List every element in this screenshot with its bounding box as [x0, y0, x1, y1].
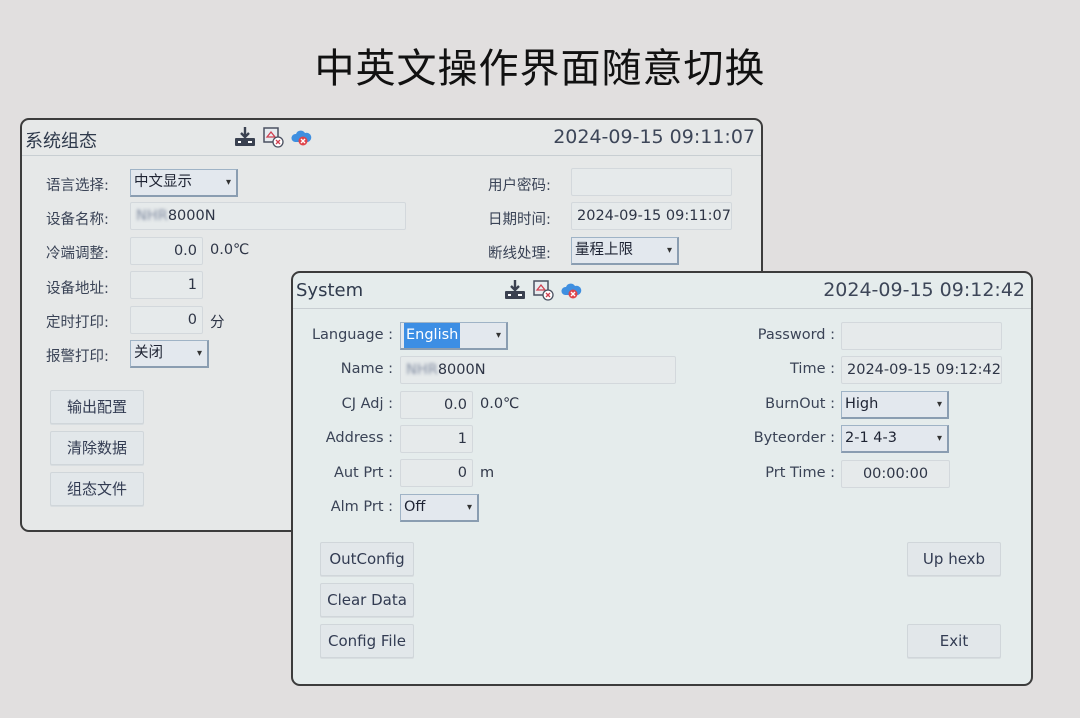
panel-clock: 2024-09-15 09:12:42 [823, 279, 1025, 301]
dropdown-caret-icon: ▾ [225, 177, 231, 188]
byteorder-select[interactable]: 2-1 4-3 ▾ [841, 425, 949, 453]
address-label: 设备地址: [46, 281, 109, 297]
datetime-label: 日期时间: [488, 212, 551, 228]
cj-temperature-readout: 0.0℃ [210, 242, 250, 258]
burnout-select[interactable]: 量程上限 ▾ [571, 237, 679, 265]
burnout-select[interactable]: High ▾ [841, 391, 949, 419]
alarm-print-select[interactable]: 关闭 ▾ [130, 340, 209, 368]
time-label: Time : [790, 361, 835, 377]
panel-clock: 2024-09-15 09:11:07 [553, 126, 755, 148]
aut-prt-label: Aut Prt : [333, 465, 393, 481]
up-hexb-button[interactable]: Up hexb [907, 542, 1001, 576]
dropdown-caret-icon: ▾ [936, 433, 942, 444]
title-bar: 系统组态 2024-09-15 09:11:07 [22, 120, 761, 156]
dropdown-caret-icon: ▾ [466, 502, 472, 513]
download-drive-icon[interactable] [234, 126, 256, 148]
datetime-field[interactable]: 2024-09-15 09:11:07 [571, 202, 732, 230]
cj-adjust-label: 冷端调整: [46, 246, 109, 262]
address-field[interactable]: 1 [130, 271, 203, 299]
timed-print-unit: 分 [210, 315, 225, 331]
burnout-label: BurnOut : [765, 396, 835, 412]
english-system-panel: System 2024-09-15 09:12:42 Language : En… [291, 271, 1033, 686]
password-label: 用户密码: [488, 178, 551, 194]
language-select[interactable]: English ▾ [400, 322, 508, 350]
password-field[interactable] [571, 168, 732, 196]
cj-adj-label: CJ Adj : [341, 396, 393, 412]
address-label: Address : [325, 430, 393, 446]
password-label: Password : [757, 327, 835, 343]
language-label: Language : [311, 327, 393, 343]
prt-time-field[interactable]: 00:00:00 [841, 460, 950, 488]
title-bar: System 2024-09-15 09:12:42 [293, 273, 1031, 309]
address-field[interactable]: 1 [400, 425, 473, 453]
print-error-icon[interactable] [532, 279, 554, 301]
output-config-button[interactable]: 输出配置 [50, 390, 144, 424]
outconfig-button[interactable]: OutConfig [320, 542, 414, 576]
timed-print-field[interactable]: 0 [130, 306, 203, 334]
clear-data-button[interactable]: Clear Data [320, 583, 414, 617]
dropdown-caret-icon: ▾ [196, 348, 202, 359]
cloud-error-icon[interactable] [290, 126, 312, 148]
cloud-error-icon[interactable] [560, 279, 582, 301]
clear-data-button[interactable]: 清除数据 [50, 431, 144, 465]
config-file-button[interactable]: 组态文件 [50, 472, 144, 506]
config-file-button[interactable]: Config File [320, 624, 414, 658]
cj-adj-field[interactable]: 0.0 [400, 391, 473, 419]
alm-prt-label: Alm Prt : [330, 499, 393, 515]
password-field[interactable] [841, 322, 1002, 350]
dropdown-caret-icon: ▾ [666, 245, 672, 256]
aut-prt-unit: m [480, 465, 495, 481]
cj-temperature-readout: 0.0℃ [480, 396, 520, 412]
panel-title: 系统组态 [25, 131, 97, 152]
print-error-icon[interactable] [262, 126, 284, 148]
prt-time-label: Prt Time : [765, 465, 835, 481]
timed-print-label: 定时打印: [46, 315, 109, 331]
language-select[interactable]: 中文显示 ▾ [130, 169, 238, 197]
exit-button[interactable]: Exit [907, 624, 1001, 658]
alm-prt-select[interactable]: Off ▾ [400, 494, 479, 522]
language-label: 语言选择: [46, 178, 109, 194]
cj-adjust-field[interactable]: 0.0 [130, 237, 203, 265]
page-headline: 中英文操作界面随意切换 [314, 46, 766, 92]
time-field[interactable]: 2024-09-15 09:12:42 [841, 356, 1002, 384]
aut-prt-field[interactable]: 0 [400, 459, 473, 487]
name-label: Name : [340, 361, 393, 377]
dropdown-caret-icon: ▾ [936, 399, 942, 410]
panel-title: System [296, 280, 364, 301]
burnout-label: 断线处理: [488, 246, 551, 262]
device-name-label: 设备名称: [46, 212, 109, 228]
byteorder-label: Byteorder : [753, 430, 835, 446]
download-drive-icon[interactable] [504, 279, 526, 301]
alarm-print-label: 报警打印: [46, 349, 109, 365]
dropdown-caret-icon: ▾ [495, 330, 501, 341]
name-field[interactable]: NHR8000N [400, 356, 676, 384]
device-name-field[interactable]: NHR8000N [130, 202, 406, 230]
